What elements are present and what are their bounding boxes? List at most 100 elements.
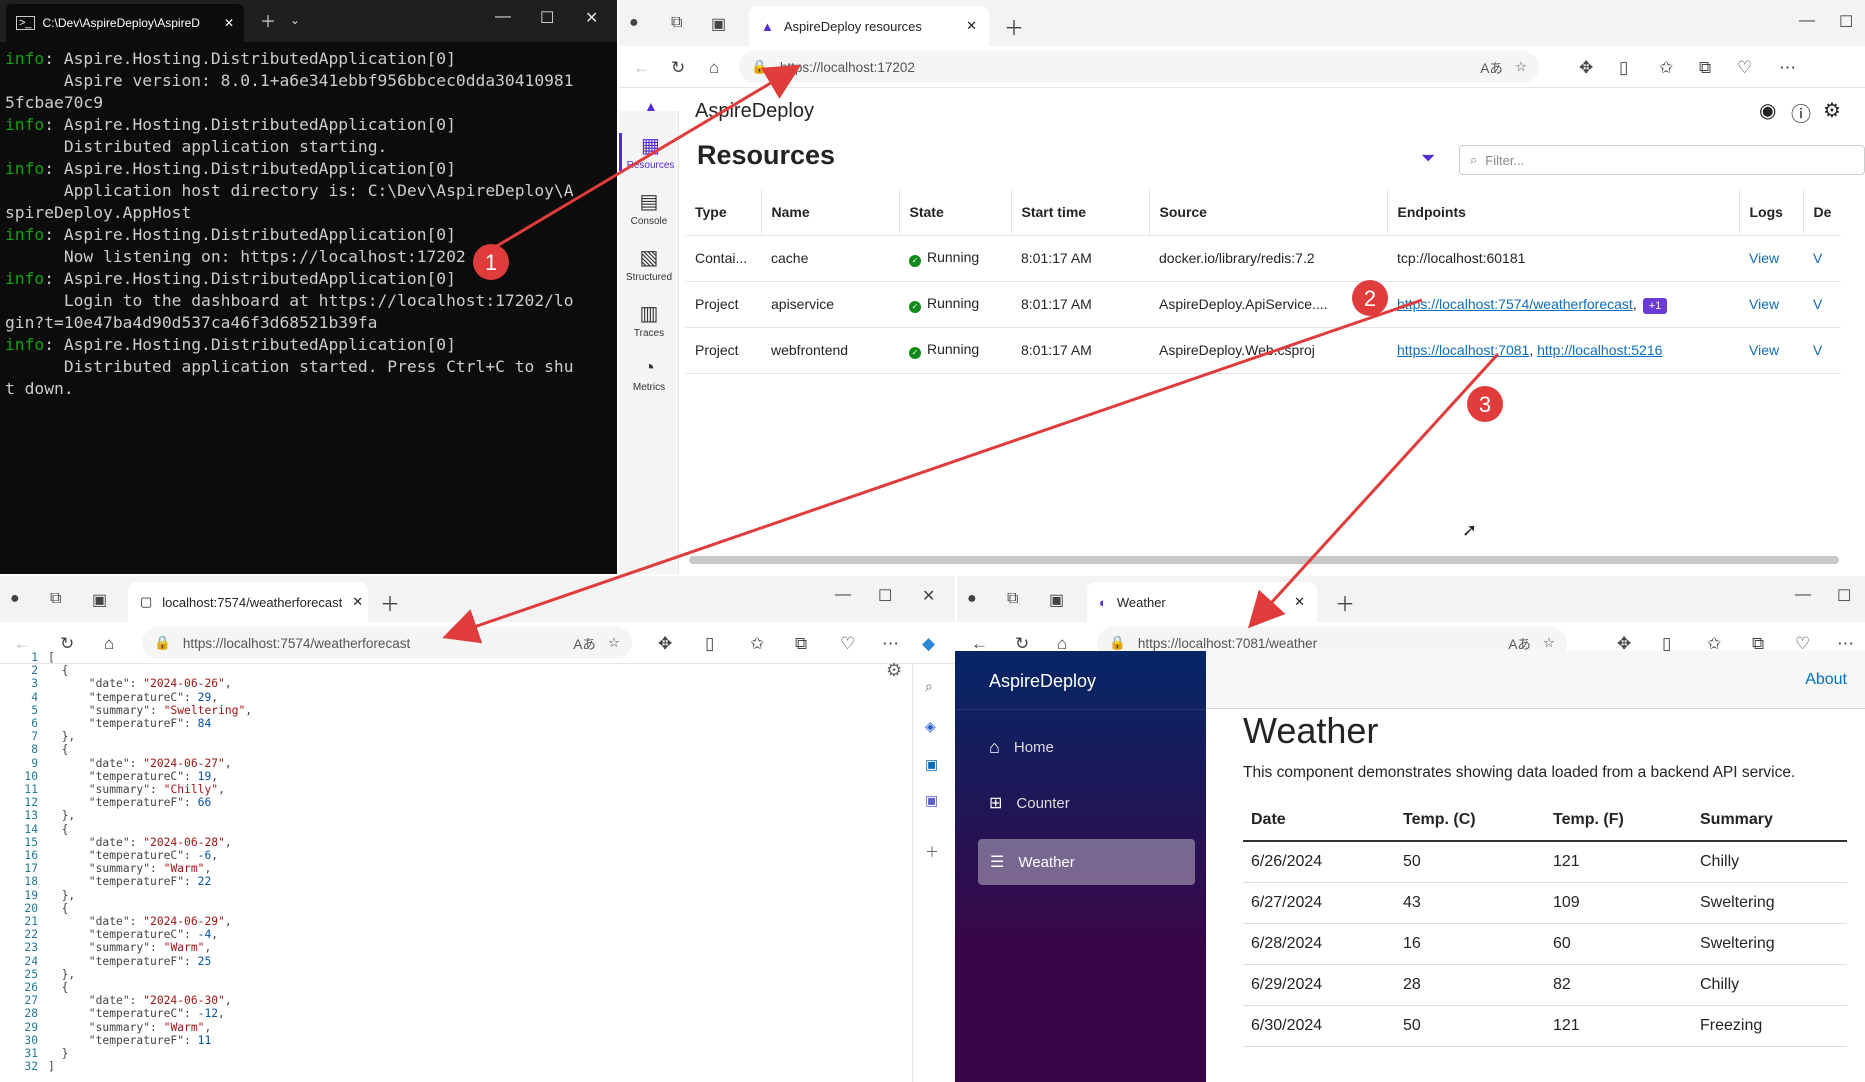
collections-icon[interactable]: ⧉ — [1699, 58, 1711, 78]
more-menu-icon[interactable]: ⋯ — [1779, 58, 1796, 78]
favorite-star-icon[interactable]: ☆ — [1543, 635, 1555, 651]
col-logs[interactable]: Logs — [1739, 189, 1804, 236]
favorite-star-icon[interactable]: ☆ — [608, 635, 620, 651]
close-tab-icon[interactable]: ✕ — [1294, 594, 1305, 610]
back-icon[interactable]: ← — [633, 58, 650, 78]
weather-cell: Sweltering — [1692, 923, 1847, 965]
tab-actions-icon[interactable]: ▣ — [711, 14, 726, 34]
read-aloud-icon[interactable]: Aあ — [1480, 57, 1503, 77]
nav-metrics[interactable]: ◔ Metrics — [619, 357, 679, 393]
favorite-star-icon[interactable]: ☆ — [1515, 59, 1527, 75]
tab-bar: ● ⧉ ▣ ▲ AspireDeploy resources ✕ ＋ — ☐ — [619, 0, 1865, 46]
nav-home[interactable]: ⌂ Home — [989, 737, 1054, 758]
view-logs-link[interactable]: View — [1749, 250, 1779, 266]
add-sidebar-app-icon[interactable]: ＋ — [925, 842, 939, 862]
nav-resources[interactable]: ▦ Resources — [619, 133, 679, 171]
browser-essentials-icon[interactable]: ♡ — [1737, 58, 1752, 78]
new-tab-icon[interactable]: ＋ — [380, 588, 400, 617]
table-row[interactable]: Contai... cache ✓ Running 8:01:17 AM docker.i… — [685, 235, 1842, 282]
col-endpoints[interactable]: Endpoints — [1387, 189, 1740, 236]
minimize-icon[interactable]: — — [495, 8, 511, 26]
extensions-icon[interactable]: ✥ — [1579, 58, 1593, 78]
horizontal-scrollbar[interactable] — [689, 556, 1839, 564]
col-start-time[interactable]: Start time — [1011, 189, 1150, 236]
profile-icon[interactable]: ● — [967, 590, 977, 608]
endpoint-link[interactable]: https://localhost:7081 — [1397, 342, 1529, 358]
nav-structured[interactable]: ▧ Structured — [619, 245, 679, 283]
github-icon[interactable]: ◉ — [1759, 98, 1776, 123]
more-endpoints-badge[interactable]: +1 — [1642, 298, 1668, 314]
favorites-icon[interactable]: ✩ — [1659, 58, 1673, 78]
col-source[interactable]: Source — [1149, 189, 1388, 236]
refresh-icon[interactable]: ↻ — [671, 58, 685, 78]
profile-icon[interactable]: ● — [629, 14, 639, 32]
teams-icon[interactable]: ▣ — [925, 792, 938, 809]
split-screen-icon[interactable]: ▯ — [1619, 58, 1628, 78]
settings-icon[interactable]: ⚙ — [1823, 98, 1841, 123]
copilot-sidebar-icon[interactable]: ◈ — [925, 718, 936, 735]
nav-traces[interactable]: ▥ Traces — [619, 301, 679, 339]
json-key: "temperatureC": — [48, 1007, 198, 1021]
maximize-icon[interactable]: ☐ — [1839, 12, 1853, 32]
view-logs-link[interactable]: View — [1749, 296, 1779, 312]
col-name[interactable]: Name — [761, 189, 900, 236]
tab-dashboard[interactable]: ▲ AspireDeploy resources ✕ — [749, 6, 989, 46]
url-field[interactable]: 🔒 https://localhost:17202 Aあ ☆ — [739, 51, 1539, 83]
help-icon[interactable]: ⓘ — [1791, 98, 1811, 127]
table-row[interactable]: Project apiservice ✓ Running 8:01:17 AM Aspir… — [685, 281, 1842, 328]
json-key: "date": — [48, 677, 144, 691]
col-state[interactable]: State — [899, 189, 1012, 236]
col-details[interactable]: De — [1803, 189, 1842, 236]
close-tab-icon[interactable]: ✕ — [224, 16, 234, 30]
read-aloud-icon[interactable]: Aあ — [573, 633, 596, 653]
nav-counter[interactable]: ⊞ Counter — [989, 793, 1070, 813]
minimize-icon[interactable]: — — [835, 586, 851, 604]
copilot-icon[interactable]: ◆ — [922, 634, 935, 654]
new-tab-icon[interactable]: ＋ — [1004, 12, 1024, 41]
code-line: "temperatureC": -6, — [48, 849, 252, 862]
details-link[interactable]: V — [1813, 250, 1822, 266]
tab-actions-icon[interactable]: ▣ — [92, 590, 107, 610]
workspaces-icon[interactable]: ⧉ — [1007, 590, 1018, 608]
tab-api[interactable]: ▢ localhost:7574/weatherforecast ✕ — [128, 582, 368, 622]
close-tab-icon[interactable]: ✕ — [352, 594, 363, 610]
endpoint-link[interactable]: https://localhost:7574/weatherforecast — [1397, 296, 1633, 312]
table-row[interactable]: Project webfrontend ✓ Running 8:01:17 AM Aspi… — [685, 327, 1842, 374]
chevron-down-icon[interactable]: ⌄ — [290, 13, 300, 27]
search-icon[interactable]: ⌕ — [925, 678, 933, 695]
tab-actions-icon[interactable]: ▣ — [1049, 590, 1064, 610]
close-tab-icon[interactable]: ✕ — [966, 18, 977, 34]
col-type[interactable]: Type — [685, 189, 762, 236]
home-icon[interactable]: ⌂ — [709, 58, 719, 78]
details-link[interactable]: V — [1813, 296, 1822, 312]
about-link[interactable]: About — [1805, 671, 1847, 689]
close-window-icon[interactable]: ✕ — [585, 8, 598, 28]
cell-start-text: 8:01:17 AM — [1021, 342, 1092, 358]
endpoint-link[interactable]: http://localhost:5216 — [1537, 342, 1662, 358]
view-logs-link[interactable]: View — [1749, 342, 1779, 358]
weather-heading: Weather — [1243, 710, 1379, 751]
details-link[interactable]: V — [1813, 342, 1822, 358]
new-tab-icon[interactable]: ＋ — [260, 8, 276, 32]
outlook-icon[interactable]: ▣ — [925, 756, 938, 773]
nav-console[interactable]: ▤ Console — [619, 189, 679, 227]
maximize-icon[interactable]: ☐ — [878, 586, 892, 606]
app-name[interactable]: AspireDeploy — [695, 100, 814, 123]
code-line: "temperatureC": 19, — [48, 770, 252, 783]
maximize-icon[interactable]: ☐ — [1837, 586, 1851, 606]
filter-input[interactable]: ⌕ Filter... — [1459, 145, 1865, 175]
read-aloud-icon[interactable]: Aあ — [1508, 633, 1531, 653]
filter-icon[interactable]: ⏷ — [1421, 148, 1435, 169]
profile-icon[interactable]: ● — [10, 590, 20, 608]
workspaces-icon[interactable]: ⧉ — [671, 14, 682, 32]
close-window-icon[interactable]: ✕ — [922, 586, 935, 606]
nav-weather[interactable]: ☰ Weather — [978, 839, 1195, 885]
brand[interactable]: AspireDeploy — [989, 671, 1206, 692]
new-tab-icon[interactable]: ＋ — [1335, 588, 1355, 617]
terminal-tab[interactable]: >_ C:\Dev\AspireDeploy\AspireD ✕ — [6, 4, 244, 42]
maximize-icon[interactable]: ☐ — [540, 8, 554, 28]
minimize-icon[interactable]: — — [1799, 12, 1815, 30]
minimize-icon[interactable]: — — [1795, 586, 1811, 604]
tab-weather[interactable]: ◐ Weather ✕ — [1087, 582, 1317, 622]
workspaces-icon[interactable]: ⧉ — [50, 590, 61, 608]
